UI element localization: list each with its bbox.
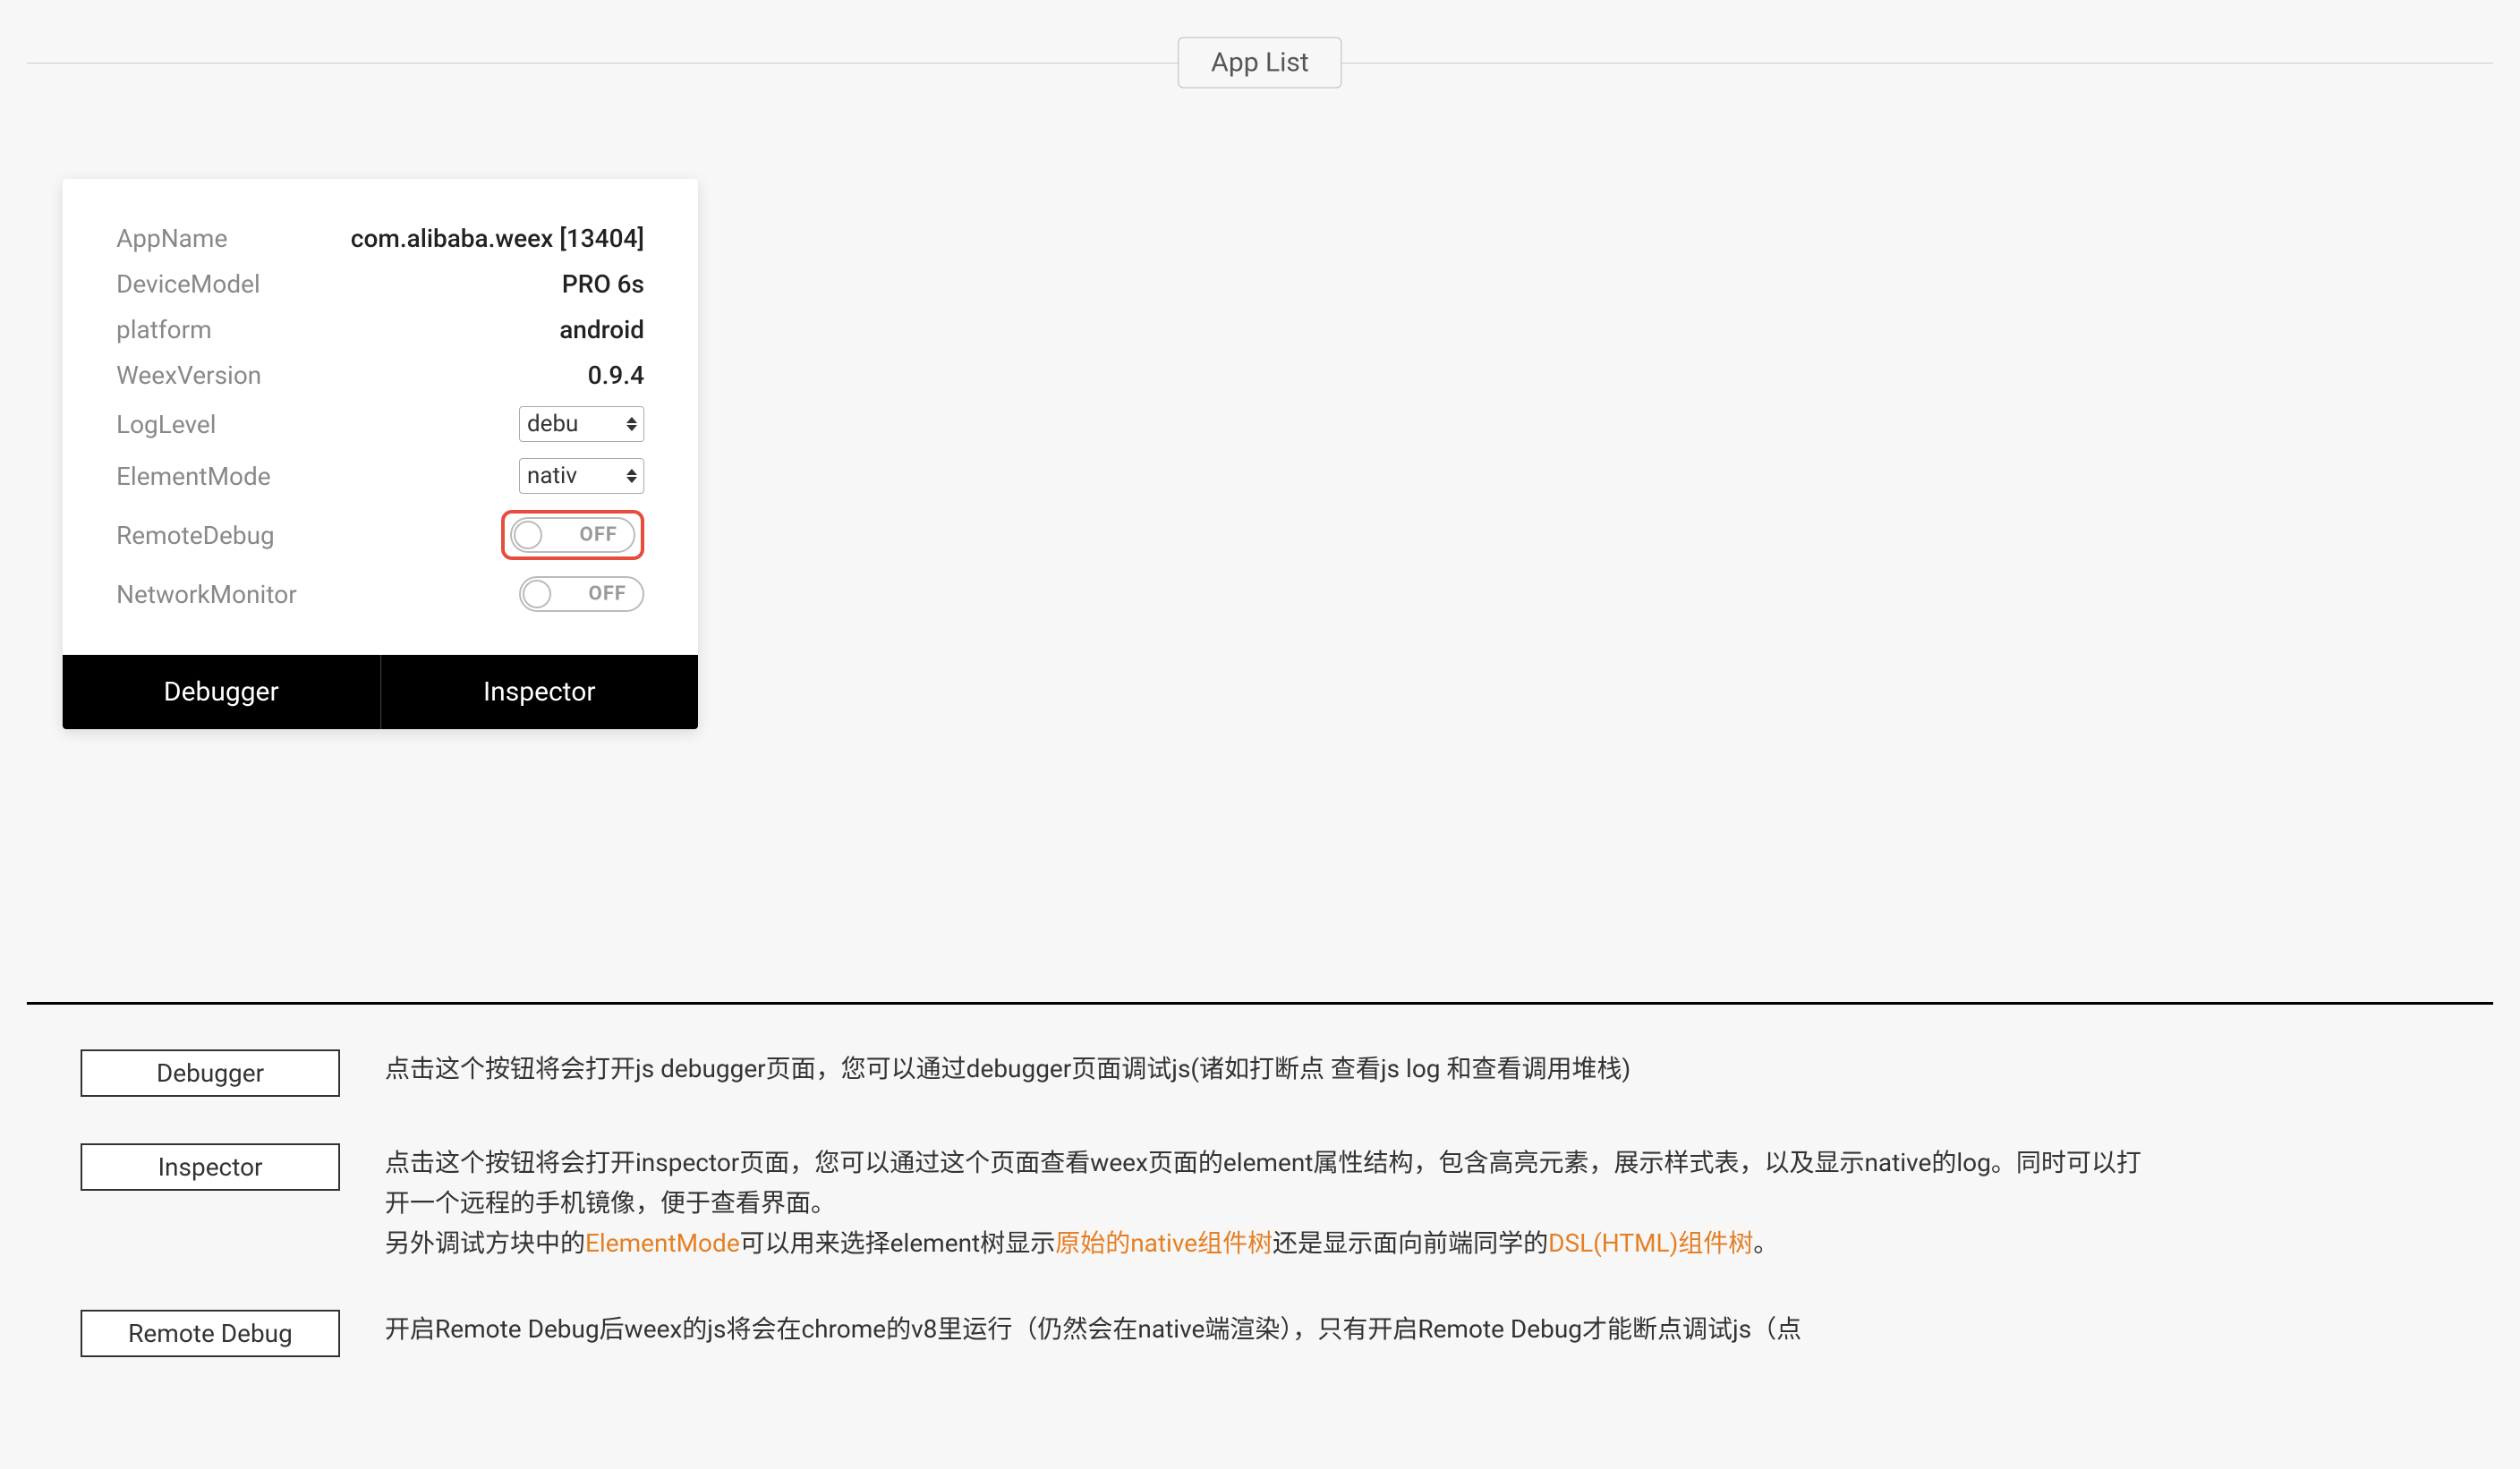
remotedebug-toggle[interactable]: OFF: [510, 517, 635, 553]
select-arrows-icon: [626, 414, 638, 434]
row-platform: platform android: [116, 315, 644, 344]
doc-remotedebug-button[interactable]: Remote Debug: [81, 1310, 340, 1357]
device-card: AppName com.alibaba.weex [13404] DeviceM…: [63, 179, 698, 729]
header-divider: App List: [27, 36, 2493, 89]
row-networkmonitor: NetworkMonitor OFF: [116, 576, 644, 612]
select-arrows-icon: [626, 466, 638, 486]
elementmode-label: ElementMode: [116, 462, 271, 491]
doc-debugger-text: 点击这个按钮将会打开js debugger页面，您可以通过debugger页面调…: [385, 1049, 1630, 1090]
doc-inspector-line2c: 还是显示面向前端同学的: [1273, 1228, 1548, 1258]
platform-value: android: [559, 315, 644, 344]
row-loglevel: LogLevel debu: [116, 406, 644, 442]
doc-inspector-link3[interactable]: DSL(HTML)组件树: [1548, 1228, 1753, 1258]
networkmonitor-state: OFF: [589, 583, 626, 606]
doc-debugger-button[interactable]: Debugger: [81, 1049, 340, 1097]
doc-inspector-text: 点击这个按钮将会打开inspector页面，您可以通过这个页面查看weex页面的…: [385, 1143, 2166, 1263]
remotedebug-label: RemoteDebug: [116, 521, 275, 550]
appname-label: AppName: [116, 224, 227, 253]
doc-inspector-line1: 点击这个按钮将会打开inspector页面，您可以通过这个页面查看weex页面的…: [385, 1148, 2141, 1218]
loglevel-selected: debu: [527, 411, 578, 437]
doc-inspector-button[interactable]: Inspector: [81, 1143, 340, 1191]
doc-inspector-line2a: 另外调试方块中的: [385, 1228, 585, 1258]
debugger-button[interactable]: Debugger: [63, 655, 381, 729]
doc-inspector-link1[interactable]: ElementMode: [585, 1228, 740, 1258]
doc-inspector-line2b: 可以用来选择element树显示: [740, 1228, 1056, 1258]
doc-inspector-line2d: 。: [1753, 1228, 1778, 1258]
doc-inspector-link2[interactable]: 原始的native组件树: [1055, 1228, 1273, 1258]
inspector-button[interactable]: Inspector: [381, 655, 699, 729]
toggle-knob-icon: [523, 580, 551, 608]
devicemodel-value: PRO 6s: [562, 269, 644, 299]
platform-label: platform: [116, 315, 212, 344]
weexversion-label: WeexVersion: [116, 361, 261, 390]
section-divider: [27, 1002, 2493, 1005]
loglevel-label: LogLevel: [116, 410, 217, 439]
elementmode-select[interactable]: nativ: [519, 458, 644, 494]
row-elementmode: ElementMode nativ: [116, 458, 644, 494]
networkmonitor-wrap: OFF: [519, 576, 644, 612]
card-footer: Debugger Inspector: [63, 655, 698, 729]
row-weexversion: WeexVersion 0.9.4: [116, 361, 644, 390]
toggle-knob-icon: [514, 521, 542, 549]
remotedebug-state: OFF: [580, 524, 617, 547]
header-title: App List: [1178, 38, 1341, 89]
doc-row-debugger: Debugger 点击这个按钮将会打开js debugger页面，您可以通过de…: [81, 1049, 2439, 1097]
weexversion-value: 0.9.4: [588, 361, 644, 390]
elementmode-selected: nativ: [527, 463, 577, 489]
appname-value: com.alibaba.weex [13404]: [351, 224, 644, 253]
row-devicemodel: DeviceModel PRO 6s: [116, 269, 644, 299]
doc-remotedebug-text: 开启Remote Debug后weex的js将会在chrome的v8里运行（仍然…: [385, 1310, 1801, 1350]
remotedebug-highlight: OFF: [501, 510, 644, 560]
row-remotedebug: RemoteDebug OFF: [116, 510, 644, 560]
devicemodel-label: DeviceModel: [116, 269, 260, 299]
networkmonitor-label: NetworkMonitor: [116, 580, 297, 609]
doc-row-remotedebug: Remote Debug 开启Remote Debug后weex的js将会在ch…: [81, 1310, 2439, 1357]
loglevel-select[interactable]: debu: [519, 406, 644, 442]
networkmonitor-toggle[interactable]: OFF: [519, 576, 644, 612]
row-appname: AppName com.alibaba.weex [13404]: [116, 224, 644, 253]
doc-row-inspector: Inspector 点击这个按钮将会打开inspector页面，您可以通过这个页…: [81, 1143, 2439, 1263]
